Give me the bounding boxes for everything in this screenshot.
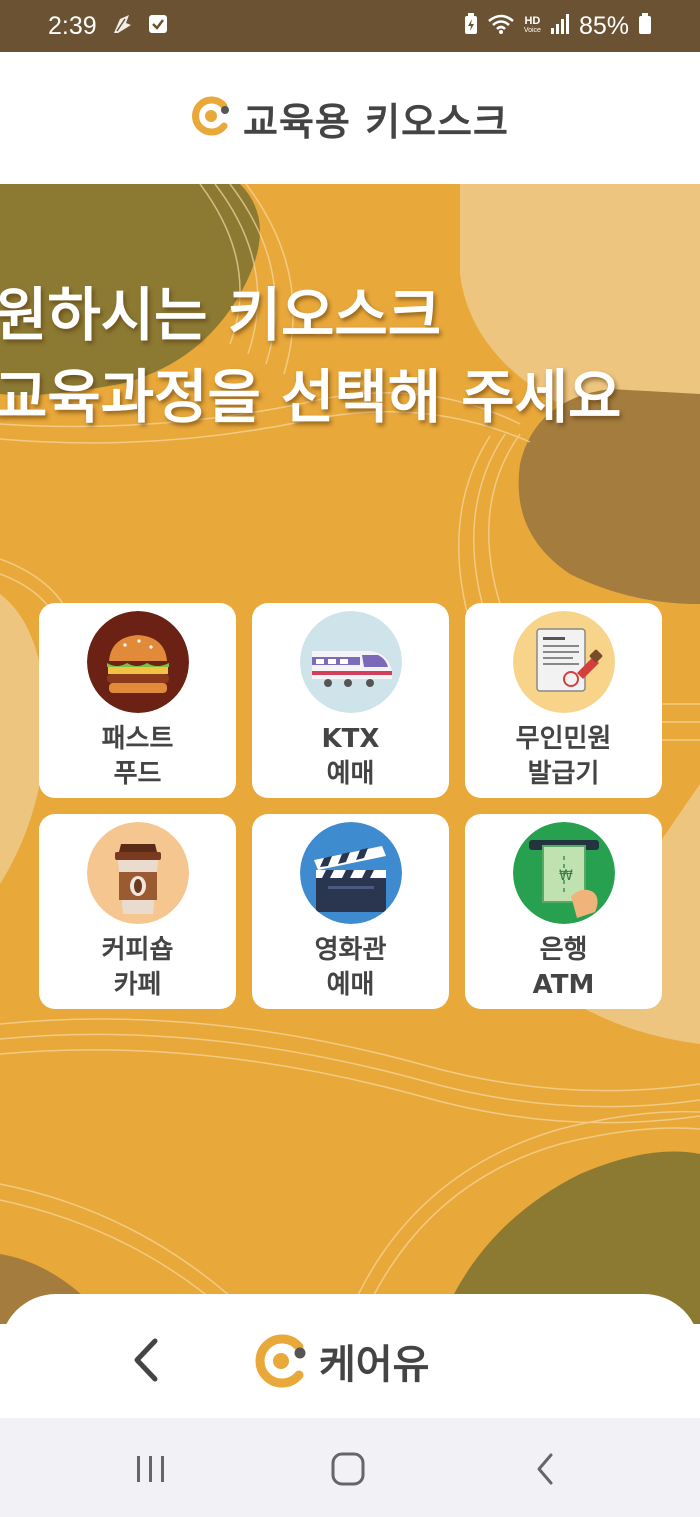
label-line-1: 영화관 — [314, 935, 387, 965]
checkbox-notification-icon — [147, 13, 169, 39]
voice-label: Voice — [523, 27, 541, 34]
label-line-2: 푸드 — [113, 759, 162, 789]
headline-line-1: 원하시는 키오스크 — [0, 281, 442, 349]
coffee-cup-icon — [86, 822, 189, 924]
recent-apps-icon — [137, 1456, 164, 1482]
brand-name: 케어유 — [319, 1342, 430, 1388]
headline-line-2: 교육과정을 선택해 주세요 — [0, 363, 622, 431]
course-label-bank-atm: 은행 ATM — [533, 933, 595, 1003]
home-icon — [331, 1452, 365, 1486]
course-label-ktx: KTX 예매 — [322, 722, 380, 792]
train-icon — [299, 611, 402, 713]
headline: 원하시는 키오스크 교육과정을 선택해 주세요 — [0, 274, 621, 438]
course-card-coffee-shop[interactable]: 커피숍 카페 — [39, 814, 236, 1009]
label-line-2: 예매 — [326, 970, 375, 1000]
careu-logo-icon — [255, 1334, 306, 1388]
home-button[interactable] — [318, 1444, 378, 1494]
recent-apps-button[interactable] — [121, 1444, 181, 1494]
label-line-2: ATM — [532, 970, 595, 1000]
chevron-left-icon — [134, 1338, 158, 1382]
burger-icon — [86, 611, 189, 713]
course-card-fast-food[interactable]: 패스트 푸드 — [39, 603, 236, 798]
label-line-2: 카페 — [113, 970, 162, 1000]
status-bar: 2:39 HD Voice 85% — [0, 0, 700, 52]
course-card-civil-documents[interactable]: 무인민원 발급기 — [465, 603, 662, 798]
course-card-ktx[interactable]: KTX 예매 — [252, 603, 449, 798]
page-title: 교육용 키오스크 — [243, 99, 509, 144]
battery-saver-icon — [464, 12, 478, 40]
course-label-coffee-shop: 커피숍 카페 — [102, 933, 174, 1003]
signal-icon — [550, 13, 570, 40]
notification-icon — [109, 11, 135, 41]
system-back-button[interactable] — [515, 1444, 575, 1494]
wifi-icon — [487, 13, 515, 40]
hd-voice-indicator: HD Voice — [524, 16, 541, 36]
label-line-1: KTX — [321, 724, 380, 754]
label-line-1: 은행 — [539, 935, 588, 965]
label-line-1: 패스트 — [101, 724, 174, 754]
brand-logo: 케어유 — [253, 1332, 429, 1390]
label-line-1: 무인민원 — [515, 724, 612, 754]
battery-percent: 85% — [578, 11, 629, 40]
course-label-movie-theater: 영화관 예매 — [315, 933, 387, 1003]
kiosk-course-grid: 패스트 푸드 KTX 예매 무인민원 발급기 커피숍 카페 영화관 예매 ₩ 은… — [39, 603, 662, 1009]
course-card-movie-theater[interactable]: 영화관 예매 — [252, 814, 449, 1009]
svg-text:₩: ₩ — [559, 868, 573, 884]
back-button[interactable] — [120, 1334, 172, 1386]
course-card-bank-atm[interactable]: ₩ 은행 ATM — [465, 814, 662, 1009]
back-icon — [537, 1453, 553, 1485]
bottom-bar: 케어유 — [0, 1294, 700, 1418]
document-stamp-icon — [512, 611, 615, 713]
careu-logo-icon — [191, 96, 231, 140]
status-time: 2:39 — [48, 11, 97, 40]
label-line-1: 커피숍 — [101, 935, 174, 965]
clapperboard-icon — [299, 822, 402, 924]
battery-icon — [638, 12, 652, 40]
system-nav-bar — [0, 1418, 700, 1517]
main-content: 원하시는 키오스크 교육과정을 선택해 주세요 패스트 푸드 KTX 예매 무인… — [0, 184, 700, 1324]
atm-cash-icon: ₩ — [512, 822, 615, 924]
course-label-fast-food: 패스트 푸드 — [102, 722, 174, 792]
label-line-2: 예매 — [326, 759, 375, 789]
app-header: 교육용 키오스크 — [0, 52, 700, 184]
label-line-2: 발급기 — [527, 759, 600, 789]
course-label-civil-documents: 무인민원 발급기 — [516, 722, 612, 792]
